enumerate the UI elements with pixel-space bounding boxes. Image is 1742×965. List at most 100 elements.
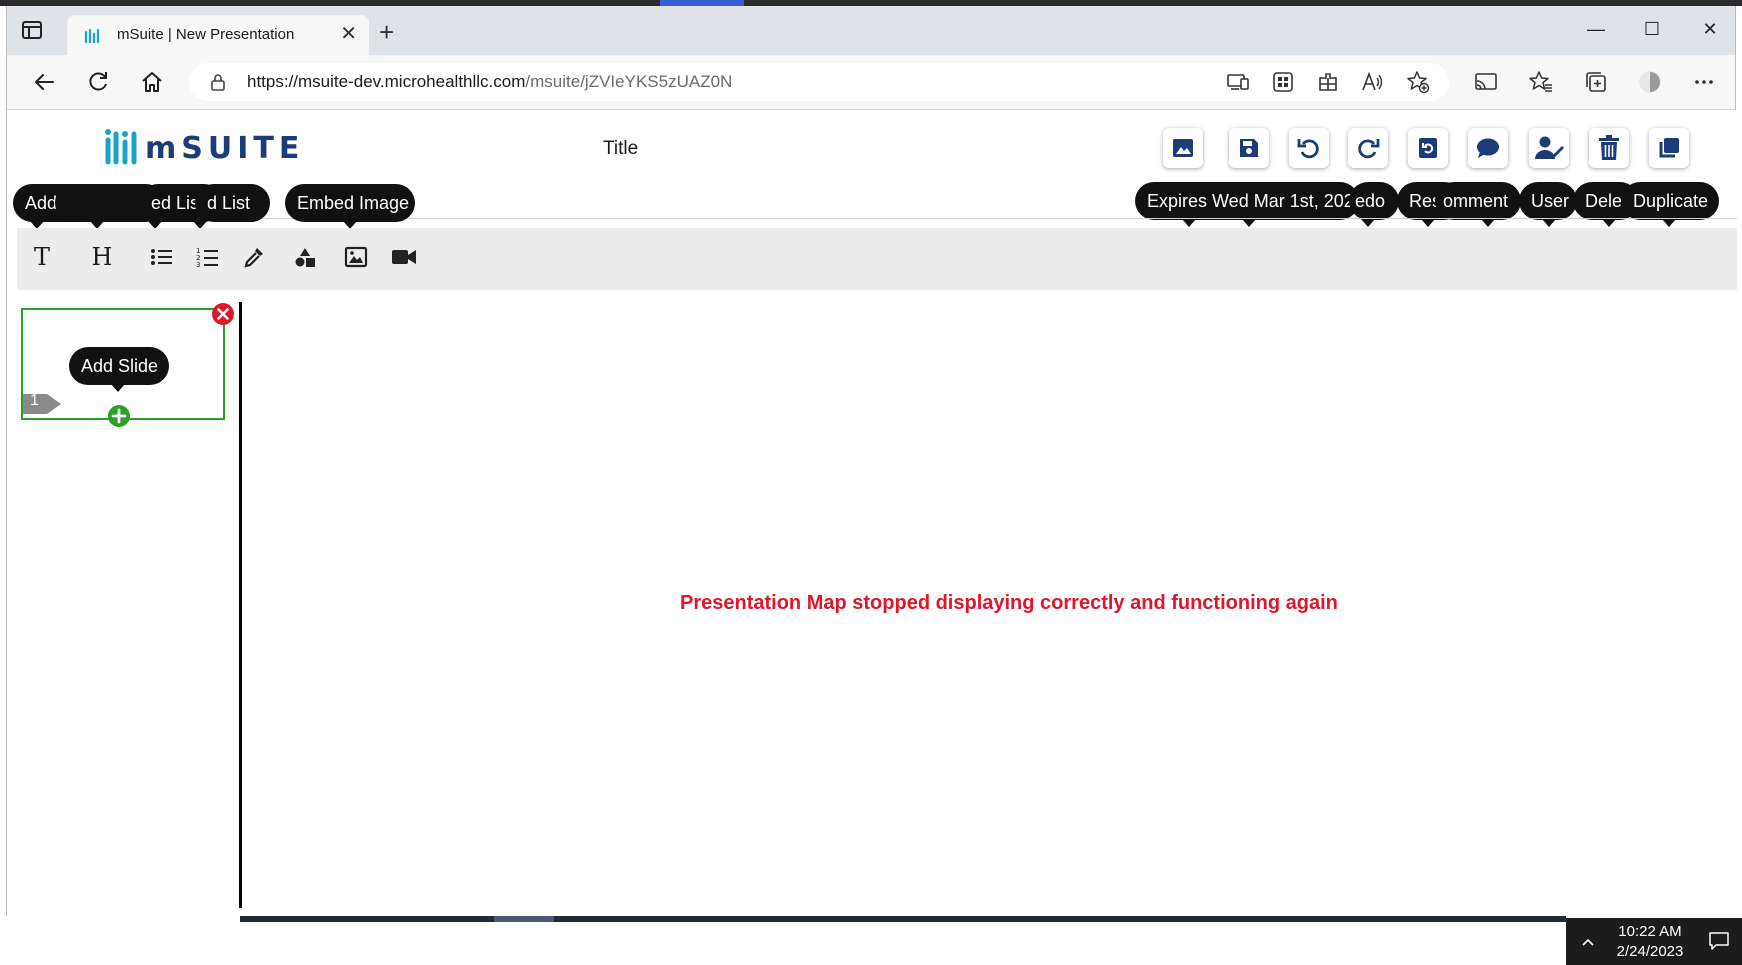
- reset-icon: [1419, 138, 1437, 158]
- msuite-favicon-icon: [83, 26, 103, 46]
- video-camera-icon: [392, 250, 416, 264]
- extensions-icon[interactable]: [1315, 69, 1341, 95]
- read-aloud-icon[interactable]: [1359, 69, 1385, 95]
- close-window-icon[interactable]: ✕: [1695, 18, 1725, 40]
- close-tab-icon[interactable]: ✕: [340, 24, 357, 44]
- notification-icon[interactable]: [1708, 930, 1730, 952]
- taskbar-background-strip: [494, 916, 554, 922]
- tooltip-arrow: [1182, 219, 1196, 227]
- trash-icon: [1599, 135, 1619, 160]
- add-slide-tooltip: Add Slide: [69, 347, 169, 385]
- save-button[interactable]: [1229, 128, 1269, 168]
- heading-icon: H: [91, 243, 113, 271]
- tooltip-arrow: [1481, 219, 1495, 227]
- slide-number-marker: [23, 390, 63, 418]
- color-picker-button[interactable]: [239, 242, 269, 272]
- url-field[interactable]: https://msuite-dev.microhealthllc.com/ms…: [189, 63, 1449, 101]
- undo-button[interactable]: [1289, 128, 1329, 168]
- comment-icon: [1477, 138, 1499, 158]
- user-button[interactable]: [1529, 128, 1569, 168]
- bulleted-list-icon: [151, 249, 172, 265]
- numbered-list-icon: 123: [196, 247, 218, 268]
- tab-bar: mSuite | New Presentation ✕ + — ☐ ✕: [7, 6, 1735, 55]
- comment-button[interactable]: [1468, 128, 1508, 168]
- chevron-up-icon[interactable]: [1580, 934, 1596, 950]
- comment-tooltip: omment: [1435, 182, 1521, 220]
- clock-date: 2/24/2023: [1616, 943, 1684, 960]
- shapes-icon: [295, 248, 315, 267]
- back-icon[interactable]: [31, 69, 57, 95]
- add-heading-button[interactable]: H: [87, 242, 117, 272]
- qr-code-icon[interactable]: [1270, 69, 1296, 95]
- msuite-logo[interactable]: mSUITE: [103, 126, 304, 170]
- tooltip-arrow: [1602, 219, 1616, 227]
- duplicate-icon: [1659, 138, 1679, 158]
- add-numbered-list-button[interactable]: 123: [193, 242, 223, 272]
- image-icon: [344, 246, 368, 268]
- home-icon[interactable]: [139, 69, 165, 95]
- tooltip-arrow: [111, 384, 125, 392]
- taskbar: 10:22 AM 2/24/2023: [0, 916, 1742, 965]
- browser-tab[interactable]: mSuite | New Presentation ✕: [67, 15, 369, 55]
- embed-video-button[interactable]: [389, 242, 419, 272]
- tooltip-arrow: [1242, 219, 1256, 227]
- minimize-icon[interactable]: —: [1581, 18, 1611, 40]
- header-divider: [21, 218, 1737, 219]
- msuite-logo-mark-icon: [105, 129, 137, 165]
- redo-tooltip: edo: [1349, 182, 1399, 220]
- background-image-button[interactable]: [1163, 128, 1203, 168]
- cast-icon[interactable]: [1473, 69, 1499, 95]
- user-edit-icon: [1535, 136, 1564, 159]
- url-host: https://msuite-dev.microhealthllc.com: [247, 72, 526, 91]
- clock-time: 10:22 AM: [1618, 923, 1682, 940]
- error-message: Presentation Map stopped displaying corr…: [680, 592, 1338, 614]
- more-options-icon[interactable]: [1691, 69, 1717, 95]
- profile-avatar-icon[interactable]: [1637, 69, 1663, 95]
- duplicate-button[interactable]: [1649, 128, 1689, 168]
- lock-icon[interactable]: [209, 73, 227, 91]
- embed-image-button[interactable]: [341, 242, 371, 272]
- system-tray: 10:22 AM 2/24/2023: [1566, 918, 1742, 965]
- browser-window: mSuite | New Presentation ✕ + — ☐ ✕ http…: [6, 6, 1737, 916]
- tooltip-arrow: [1421, 219, 1435, 227]
- redo-icon: [1358, 139, 1380, 159]
- screen: mSuite | New Presentation ✕ + — ☐ ✕ http…: [0, 0, 1742, 965]
- new-tab-icon[interactable]: +: [379, 19, 394, 45]
- add-shape-button[interactable]: [290, 242, 320, 272]
- insert-toolbar: T H 123: [17, 228, 1737, 290]
- add-bulleted-list-button[interactable]: [147, 242, 177, 272]
- remove-slide-icon[interactable]: [211, 302, 235, 326]
- delete-button[interactable]: [1589, 128, 1629, 168]
- user-tooltip: User: [1519, 182, 1577, 220]
- embed-image-tooltip: Embed Image: [285, 184, 415, 222]
- paragraph-icon: T: [33, 243, 50, 271]
- reset-button[interactable]: [1408, 128, 1448, 168]
- add-slide-icon[interactable]: [107, 404, 131, 428]
- collections-icon[interactable]: [1583, 69, 1609, 95]
- tab-actions-icon[interactable]: [21, 20, 45, 42]
- add-favorite-icon[interactable]: [1405, 69, 1431, 95]
- add-paragraph-button[interactable]: T: [27, 242, 57, 272]
- app-available-icon[interactable]: [1225, 69, 1251, 95]
- undo-icon: [1297, 139, 1319, 159]
- address-bar-row: https://msuite-dev.microhealthllc.com/ms…: [7, 55, 1735, 110]
- clock[interactable]: 10:22 AM 2/24/2023: [1602, 922, 1698, 962]
- redo-button[interactable]: [1348, 128, 1388, 168]
- refresh-icon[interactable]: [85, 69, 111, 95]
- msuite-page: mSUITE Title Expires Wed Mar 1st, 2023 e…: [7, 110, 1737, 916]
- tooltip-arrow: [1662, 219, 1676, 227]
- maximize-icon[interactable]: ☐: [1637, 18, 1667, 40]
- favorites-icon[interactable]: [1528, 69, 1554, 95]
- svg-text:3: 3: [196, 261, 200, 268]
- tab-title: mSuite | New Presentation: [117, 26, 295, 43]
- url-path: /msuite/jZVIeYKS5zUAZ0N: [525, 72, 733, 91]
- url-text: https://msuite-dev.microhealthllc.com/ms…: [247, 72, 732, 92]
- eyedropper-icon: [244, 248, 263, 268]
- msuite-logo-text: mSUITE: [145, 130, 305, 166]
- save-icon: [1240, 139, 1258, 157]
- slide-number: 1: [30, 392, 39, 409]
- numbered-list-tooltip: d List: [195, 184, 270, 222]
- presentation-title[interactable]: Title: [603, 138, 638, 160]
- duplicate-tooltip: Duplicate: [1621, 182, 1719, 220]
- expires-tooltip: Expires Wed Mar 1st, 2023: [1135, 182, 1359, 220]
